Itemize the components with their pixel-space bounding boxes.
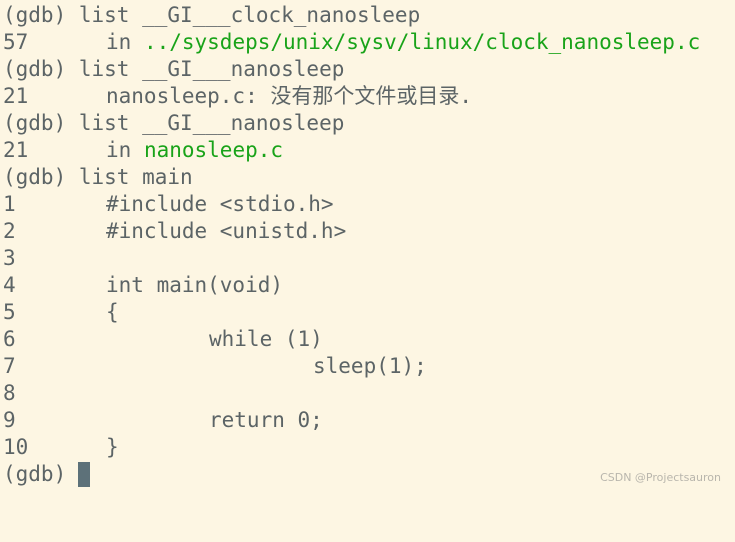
- output-text: in nanosleep.c: [106, 137, 283, 164]
- source-line: 6 while (1): [3, 326, 735, 353]
- source-line: 7 sleep(1);: [3, 353, 735, 380]
- source-code: {: [106, 300, 119, 324]
- source-file-path: ../sysdeps/unix/sysv/linux/clock_nanosle…: [143, 30, 701, 54]
- source-code: #include <stdio.h>: [106, 192, 334, 216]
- line-number: 57: [3, 30, 29, 54]
- source-line: 4 int main(void): [3, 272, 735, 299]
- line-number: 21: [3, 84, 29, 108]
- line-number: 10: [3, 435, 29, 459]
- source-code: int main(void): [106, 273, 284, 297]
- command-line: (gdb) list __GI___clock_nanosleep: [3, 2, 735, 29]
- command-text: (gdb) list main: [3, 165, 193, 189]
- command-text: (gdb) list __GI___nanosleep: [3, 111, 345, 135]
- line-number: 3: [3, 246, 16, 270]
- line-number: 4: [3, 273, 16, 297]
- output-line: 21 in nanosleep.c: [3, 137, 735, 164]
- source-line: 3: [3, 245, 735, 272]
- source-code: while (1): [209, 327, 323, 351]
- source-file-path: nanosleep.c: [143, 138, 284, 162]
- output-line: 57 in ../sysdeps/unix/sysv/linux/clock_n…: [3, 29, 735, 56]
- output-text: in ../sysdeps/unix/sysv/linux/clock_nano…: [106, 29, 700, 56]
- source-line: 2 #include <unistd.h>: [3, 218, 735, 245]
- line-number: 8: [3, 381, 16, 405]
- command-text: (gdb) list __GI___nanosleep: [3, 57, 345, 81]
- gdb-prompt: (gdb): [3, 462, 67, 486]
- command-line: (gdb) list __GI___nanosleep: [3, 56, 735, 83]
- source-code: sleep(1);: [313, 354, 427, 378]
- command-text: (gdb) list __GI___clock_nanosleep: [3, 3, 421, 27]
- line-number: 9: [3, 408, 16, 432]
- source-line: 10 }: [3, 434, 735, 461]
- source-line: 5 {: [3, 299, 735, 326]
- command-line: (gdb) list __GI___nanosleep: [3, 110, 735, 137]
- text-cursor: [78, 462, 91, 487]
- line-number: 21: [3, 138, 29, 162]
- source-line: 9 return 0;: [3, 407, 735, 434]
- source-code: return 0;: [209, 408, 323, 432]
- command-line: (gdb) list main: [3, 164, 735, 191]
- output-prefix: in: [106, 30, 144, 54]
- output-line: 21 nanosleep.c: 没有那个文件或目录.: [3, 83, 735, 110]
- line-number: 5: [3, 300, 16, 324]
- error-message: nanosleep.c: 没有那个文件或目录.: [106, 84, 473, 108]
- prompt-input[interactable]: (gdb): [3, 461, 91, 488]
- line-number: 1: [3, 192, 16, 216]
- source-line: 1 #include <stdio.h>: [3, 191, 735, 218]
- watermark: CSDN @Projectsauron: [600, 471, 721, 484]
- gdb-terminal[interactable]: (gdb) list __GI___clock_nanosleep 57 in …: [3, 2, 735, 490]
- line-number: 7: [3, 354, 16, 378]
- source-line: 8: [3, 380, 735, 407]
- source-code: }: [106, 435, 119, 459]
- line-number: 6: [3, 327, 16, 351]
- line-number: 2: [3, 219, 16, 243]
- source-code: #include <unistd.h>: [106, 219, 347, 243]
- output-prefix: in: [106, 138, 144, 162]
